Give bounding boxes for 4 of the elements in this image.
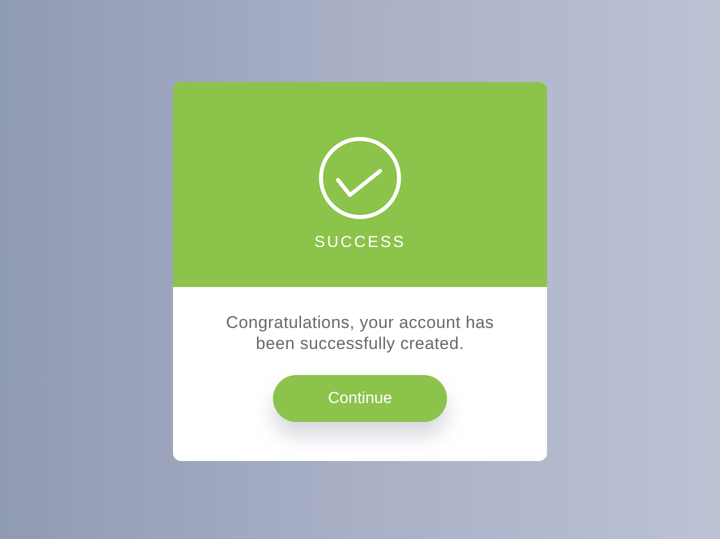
continue-button[interactable]: Continue [273,375,447,422]
checkmark-circle-icon [318,136,402,220]
status-title: SUCCESS [314,234,406,252]
success-message: Congratulations, your account has been successfully created. [225,312,495,354]
